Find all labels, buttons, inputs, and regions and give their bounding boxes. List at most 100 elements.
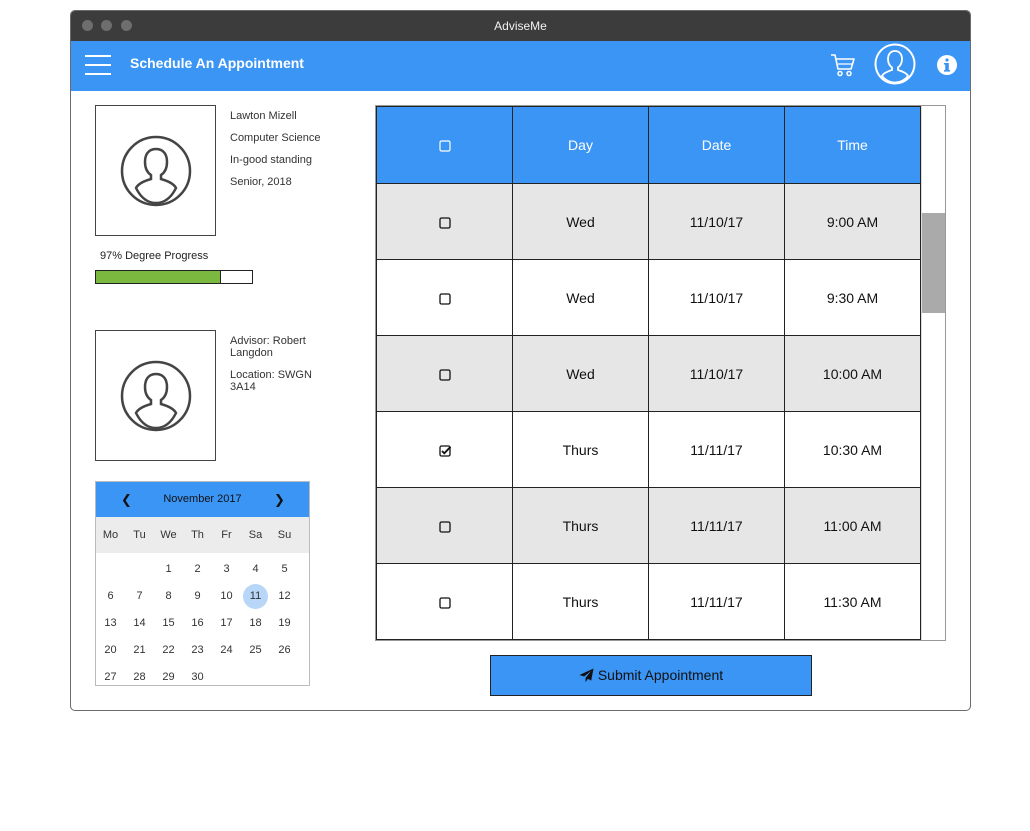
calendar-day[interactable]: 16 bbox=[183, 611, 212, 636]
calendar-day[interactable]: 24 bbox=[212, 638, 241, 663]
calendar-day[interactable]: 29 bbox=[154, 665, 183, 690]
calendar: November 2017 ❮ ❯ Mo Tu We Th Fr Sa Su 1234567… bbox=[95, 481, 310, 686]
row-day: Thurs bbox=[512, 411, 649, 488]
calendar-day[interactable]: 23 bbox=[183, 638, 212, 663]
calendar-day[interactable]: 7 bbox=[125, 584, 154, 609]
calendar-day[interactable]: 10 bbox=[212, 584, 241, 609]
calendar-prev-button[interactable]: ❮ bbox=[121, 482, 132, 517]
advisor-avatar-icon bbox=[120, 360, 192, 432]
calendar-day[interactable]: 28 bbox=[125, 665, 154, 690]
row-select-cell[interactable] bbox=[376, 335, 513, 412]
calendar-weekday: We bbox=[160, 529, 177, 541]
calendar-day[interactable]: 20 bbox=[96, 638, 125, 663]
table-scrollbar-thumb[interactable] bbox=[922, 213, 945, 313]
student-avatar-icon bbox=[120, 135, 192, 207]
app-window: AdviseMe Schedule An Appointment Lawton … bbox=[70, 10, 971, 711]
app-bar: Schedule An Appointment bbox=[71, 41, 970, 91]
row-time: 10:00 AM bbox=[784, 335, 921, 412]
select-all-header[interactable] bbox=[376, 106, 513, 184]
row-day: Wed bbox=[512, 183, 649, 260]
checkbox-icon[interactable] bbox=[438, 369, 451, 381]
appointment-table-container: Day Date Time Wed 11/10/17 9:00 AM Wed 11/10… bbox=[375, 105, 946, 641]
checkbox-icon[interactable] bbox=[438, 217, 451, 229]
row-time: 9:30 AM bbox=[784, 259, 921, 336]
calendar-day[interactable]: 21 bbox=[125, 638, 154, 663]
table-row[interactable]: Thurs 11/11/17 10:30 AM bbox=[376, 411, 921, 488]
advisor-photo bbox=[95, 330, 216, 461]
row-time: 11:00 AM bbox=[784, 487, 921, 564]
calendar-day[interactable]: 26 bbox=[270, 638, 299, 663]
row-select-cell[interactable] bbox=[376, 183, 513, 260]
info-icon[interactable] bbox=[936, 54, 958, 76]
table-scrollbar[interactable] bbox=[921, 106, 945, 640]
checkbox-icon[interactable] bbox=[438, 140, 451, 152]
hamburger-menu-icon[interactable] bbox=[85, 55, 111, 77]
calendar-day[interactable]: 1 bbox=[154, 557, 183, 582]
calendar-next-button[interactable]: ❯ bbox=[274, 482, 285, 517]
user-profile-icon[interactable] bbox=[874, 43, 916, 85]
advisor-location: Location: SWGN 3A14 bbox=[230, 369, 312, 393]
table-header-row: Day Date Time bbox=[376, 106, 921, 184]
row-select-cell[interactable] bbox=[376, 411, 513, 488]
row-time: 9:00 AM bbox=[784, 183, 921, 260]
calendar-weekday: Mo bbox=[102, 529, 119, 541]
calendar-weekday: Th bbox=[191, 529, 204, 541]
calendar-day[interactable]: 30 bbox=[183, 665, 212, 690]
student-class: Senior, 2018 bbox=[230, 176, 292, 188]
row-select-cell[interactable] bbox=[376, 487, 513, 564]
calendar-weekday: Sa bbox=[248, 529, 263, 541]
calendar-day[interactable]: 2 bbox=[183, 557, 212, 582]
row-day: Thurs bbox=[512, 563, 649, 640]
calendar-day[interactable]: 3 bbox=[212, 557, 241, 582]
table-row[interactable]: Wed 11/10/17 10:00 AM bbox=[376, 335, 921, 412]
calendar-day[interactable]: 5 bbox=[270, 557, 299, 582]
checkbox-checked-icon[interactable] bbox=[438, 445, 451, 457]
shopping-cart-icon[interactable] bbox=[829, 51, 857, 79]
calendar-header: November 2017 ❮ ❯ bbox=[96, 482, 309, 517]
calendar-day[interactable]: 12 bbox=[270, 584, 299, 609]
calendar-day[interactable]: 13 bbox=[96, 611, 125, 636]
calendar-day[interactable]: 19 bbox=[270, 611, 299, 636]
page-title: Schedule An Appointment bbox=[130, 55, 304, 71]
calendar-weekday: Tu bbox=[133, 529, 146, 541]
row-date: 11/11/17 bbox=[648, 563, 785, 640]
row-select-cell[interactable] bbox=[376, 259, 513, 336]
student-name: Lawton Mizell bbox=[230, 110, 297, 122]
submit-appointment-button[interactable]: Submit Appointment bbox=[490, 655, 812, 696]
table-row[interactable]: Thurs 11/11/17 11:30 AM bbox=[376, 563, 921, 640]
calendar-day[interactable]: 14 bbox=[125, 611, 154, 636]
row-date: 11/10/17 bbox=[648, 259, 785, 336]
title-bar: AdviseMe bbox=[71, 11, 970, 41]
calendar-day[interactable]: 17 bbox=[212, 611, 241, 636]
student-major: Computer Science bbox=[230, 132, 321, 144]
calendar-day[interactable]: 22 bbox=[154, 638, 183, 663]
table-row[interactable]: Thurs 11/11/17 11:00 AM bbox=[376, 487, 921, 564]
calendar-day[interactable]: 27 bbox=[96, 665, 125, 690]
column-header-time: Time bbox=[784, 106, 921, 184]
calendar-day[interactable]: 6 bbox=[96, 584, 125, 609]
calendar-day[interactable]: 18 bbox=[241, 611, 270, 636]
student-photo bbox=[95, 105, 216, 236]
table-row[interactable]: Wed 11/10/17 9:00 AM bbox=[376, 183, 921, 260]
window-title: AdviseMe bbox=[494, 19, 547, 33]
degree-progress-fill bbox=[96, 271, 221, 283]
column-header-day: Day bbox=[512, 106, 649, 184]
student-standing: In-good standing bbox=[230, 154, 312, 166]
calendar-day[interactable]: 4 bbox=[241, 557, 270, 582]
calendar-day[interactable]: 9 bbox=[183, 584, 212, 609]
row-date: 11/10/17 bbox=[648, 183, 785, 260]
calendar-day[interactable]: 15 bbox=[154, 611, 183, 636]
table-row[interactable]: Wed 11/10/17 9:30 AM bbox=[376, 259, 921, 336]
paper-plane-icon bbox=[579, 668, 594, 683]
row-date: 11/11/17 bbox=[648, 411, 785, 488]
calendar-day[interactable]: 8 bbox=[154, 584, 183, 609]
calendar-day[interactable]: 11 bbox=[243, 584, 268, 609]
checkbox-icon[interactable] bbox=[438, 521, 451, 533]
appointment-table-body: Wed 11/10/17 9:00 AM Wed 11/10/17 9:30 AM Wed 1… bbox=[376, 183, 921, 640]
checkbox-icon[interactable] bbox=[438, 293, 451, 305]
calendar-day[interactable]: 25 bbox=[241, 638, 270, 663]
column-header-date: Date bbox=[648, 106, 785, 184]
row-select-cell[interactable] bbox=[376, 563, 513, 640]
row-day: Wed bbox=[512, 259, 649, 336]
checkbox-icon[interactable] bbox=[438, 597, 451, 609]
